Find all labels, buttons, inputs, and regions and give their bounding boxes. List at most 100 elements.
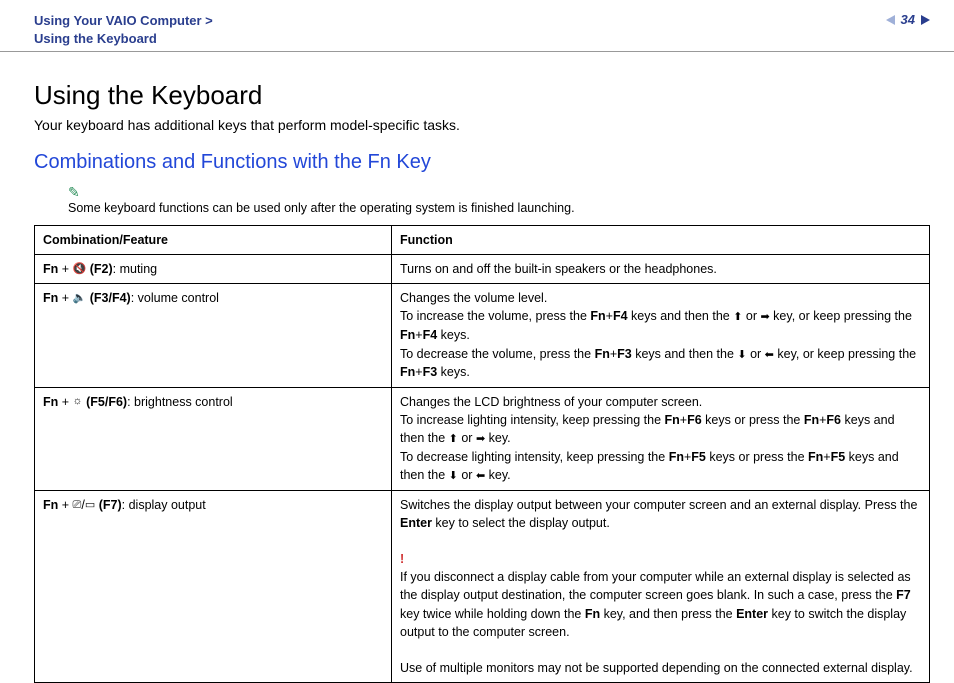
section-title: Combinations and Functions with the Fn K… bbox=[34, 151, 930, 174]
table-row: Fn + 🔇 (F2): muting Turns on and off the… bbox=[35, 255, 930, 284]
t: keys and then the bbox=[628, 309, 734, 323]
t: keys. bbox=[437, 328, 470, 342]
t: or bbox=[458, 468, 476, 482]
table-row: Fn + ⎚/▭ (F7): display output Switches t… bbox=[35, 490, 930, 682]
table-row: Fn + 🔈 (F3/F4): volume control Changes t… bbox=[35, 284, 930, 387]
t: + bbox=[606, 309, 613, 323]
t: To decrease lighting intensity, keep pre… bbox=[400, 450, 669, 464]
t: + bbox=[823, 450, 830, 464]
t: To increase the volume, press the bbox=[400, 309, 590, 323]
fn-key-table: Combination/Feature Function Fn + 🔇 (F2)… bbox=[34, 225, 930, 683]
brightness-icon: ☼ bbox=[73, 394, 83, 410]
t: F3 bbox=[423, 365, 438, 379]
t: key twice while holding down the bbox=[400, 607, 585, 621]
t: key, or keep pressing the bbox=[770, 309, 912, 323]
page-number: 34 bbox=[901, 12, 915, 27]
t: F4 bbox=[613, 309, 628, 323]
plus: + bbox=[58, 498, 72, 512]
combo-desc: : volume control bbox=[131, 291, 219, 305]
t: keys. bbox=[437, 365, 470, 379]
t: F5 bbox=[831, 450, 846, 464]
arrow-right-icon: ➡ bbox=[760, 310, 769, 326]
t: Fn bbox=[804, 413, 819, 427]
t: or bbox=[747, 347, 765, 361]
t: key, or keep pressing the bbox=[774, 347, 916, 361]
breadcrumb-line1: Using Your VAIO Computer > bbox=[34, 13, 213, 28]
key-label: (F2) bbox=[90, 262, 113, 276]
arrow-down-icon: ⬇ bbox=[449, 469, 458, 485]
t: key. bbox=[485, 431, 510, 445]
combo-desc: : muting bbox=[113, 262, 157, 276]
t: Fn bbox=[590, 309, 605, 323]
t: + bbox=[680, 413, 687, 427]
t: To increase lighting intensity, keep pre… bbox=[400, 413, 665, 427]
key-label: (F3/F4) bbox=[90, 291, 131, 305]
breadcrumb-line2: Using the Keyboard bbox=[34, 31, 157, 46]
cell-func: Switches the display output between your… bbox=[392, 490, 930, 682]
plus: + bbox=[58, 291, 72, 305]
breadcrumb: Using Your VAIO Computer > Using the Key… bbox=[34, 12, 213, 47]
t: + bbox=[415, 365, 422, 379]
t: Fn bbox=[595, 347, 610, 361]
t: Fn bbox=[585, 607, 600, 621]
th-combination: Combination/Feature bbox=[35, 226, 392, 255]
table-header-row: Combination/Feature Function bbox=[35, 226, 930, 255]
t: or bbox=[458, 431, 476, 445]
arrow-right-icon: ➡ bbox=[476, 432, 485, 448]
arrow-left-icon: ⬅ bbox=[765, 348, 774, 364]
arrow-down-icon: ⬇ bbox=[737, 348, 746, 364]
combo-desc: : brightness control bbox=[127, 395, 233, 409]
t: F3 bbox=[617, 347, 632, 361]
t: Fn bbox=[669, 450, 684, 464]
page-title: Using the Keyboard bbox=[34, 80, 930, 111]
t: keys or press the bbox=[702, 413, 804, 427]
cell-func: Changes the LCD brightness of your compu… bbox=[392, 387, 930, 490]
t: keys and then the bbox=[632, 347, 738, 361]
t: Fn bbox=[808, 450, 823, 464]
th-function: Function bbox=[392, 226, 930, 255]
t: F7 bbox=[896, 588, 911, 602]
plus: + bbox=[58, 395, 72, 409]
note-icon: ✎ bbox=[68, 184, 80, 201]
mute-icon: 🔇 bbox=[73, 262, 87, 278]
fn-label: Fn bbox=[43, 262, 58, 276]
t: If you disconnect a display cable from y… bbox=[400, 570, 911, 602]
note-text: Some keyboard functions can be used only… bbox=[68, 201, 575, 215]
cell-combo: Fn + 🔈 (F3/F4): volume control bbox=[35, 284, 392, 387]
t: F6 bbox=[687, 413, 702, 427]
func-l1: Changes the LCD brightness of your compu… bbox=[400, 395, 702, 409]
content: Using the Keyboard Your keyboard has add… bbox=[0, 52, 954, 683]
t: Enter bbox=[736, 607, 768, 621]
monitor-icon: ▭ bbox=[85, 498, 95, 514]
intro-text: Your keyboard has additional keys that p… bbox=[34, 117, 930, 133]
prev-page-icon[interactable] bbox=[886, 15, 895, 25]
t: key to select the display output. bbox=[432, 516, 610, 530]
note-block: ✎ Some keyboard functions can be used on… bbox=[68, 184, 930, 215]
t: Fn bbox=[400, 365, 415, 379]
key-label: (F5/F6) bbox=[86, 395, 127, 409]
cell-func: Changes the volume level. To increase th… bbox=[392, 284, 930, 387]
combo-desc: : display output bbox=[122, 498, 206, 512]
warning-icon: ! bbox=[400, 552, 404, 566]
t: + bbox=[415, 328, 422, 342]
func-l1: Changes the volume level. bbox=[400, 291, 547, 305]
t: Fn bbox=[665, 413, 680, 427]
t: Use of multiple monitors may not be supp… bbox=[400, 661, 913, 675]
cell-func: Turns on and off the built-in speakers o… bbox=[392, 255, 930, 284]
fn-label: Fn bbox=[43, 395, 58, 409]
table-row: Fn + ☼ (F5/F6): brightness control Chang… bbox=[35, 387, 930, 490]
cell-combo: Fn + 🔇 (F2): muting bbox=[35, 255, 392, 284]
t: Fn bbox=[400, 328, 415, 342]
pager: 34 bbox=[886, 12, 930, 27]
cell-combo: Fn + ☼ (F5/F6): brightness control bbox=[35, 387, 392, 490]
arrow-left-icon: ⬅ bbox=[476, 469, 485, 485]
cell-combo: Fn + ⎚/▭ (F7): display output bbox=[35, 490, 392, 682]
t: keys or press the bbox=[706, 450, 808, 464]
t: key. bbox=[485, 468, 510, 482]
arrow-up-icon: ⬆ bbox=[449, 432, 458, 448]
plus: + bbox=[58, 262, 72, 276]
volume-icon: 🔈 bbox=[73, 291, 87, 307]
next-page-icon[interactable] bbox=[921, 15, 930, 25]
t: Enter bbox=[400, 516, 432, 530]
fn-label: Fn bbox=[43, 498, 58, 512]
